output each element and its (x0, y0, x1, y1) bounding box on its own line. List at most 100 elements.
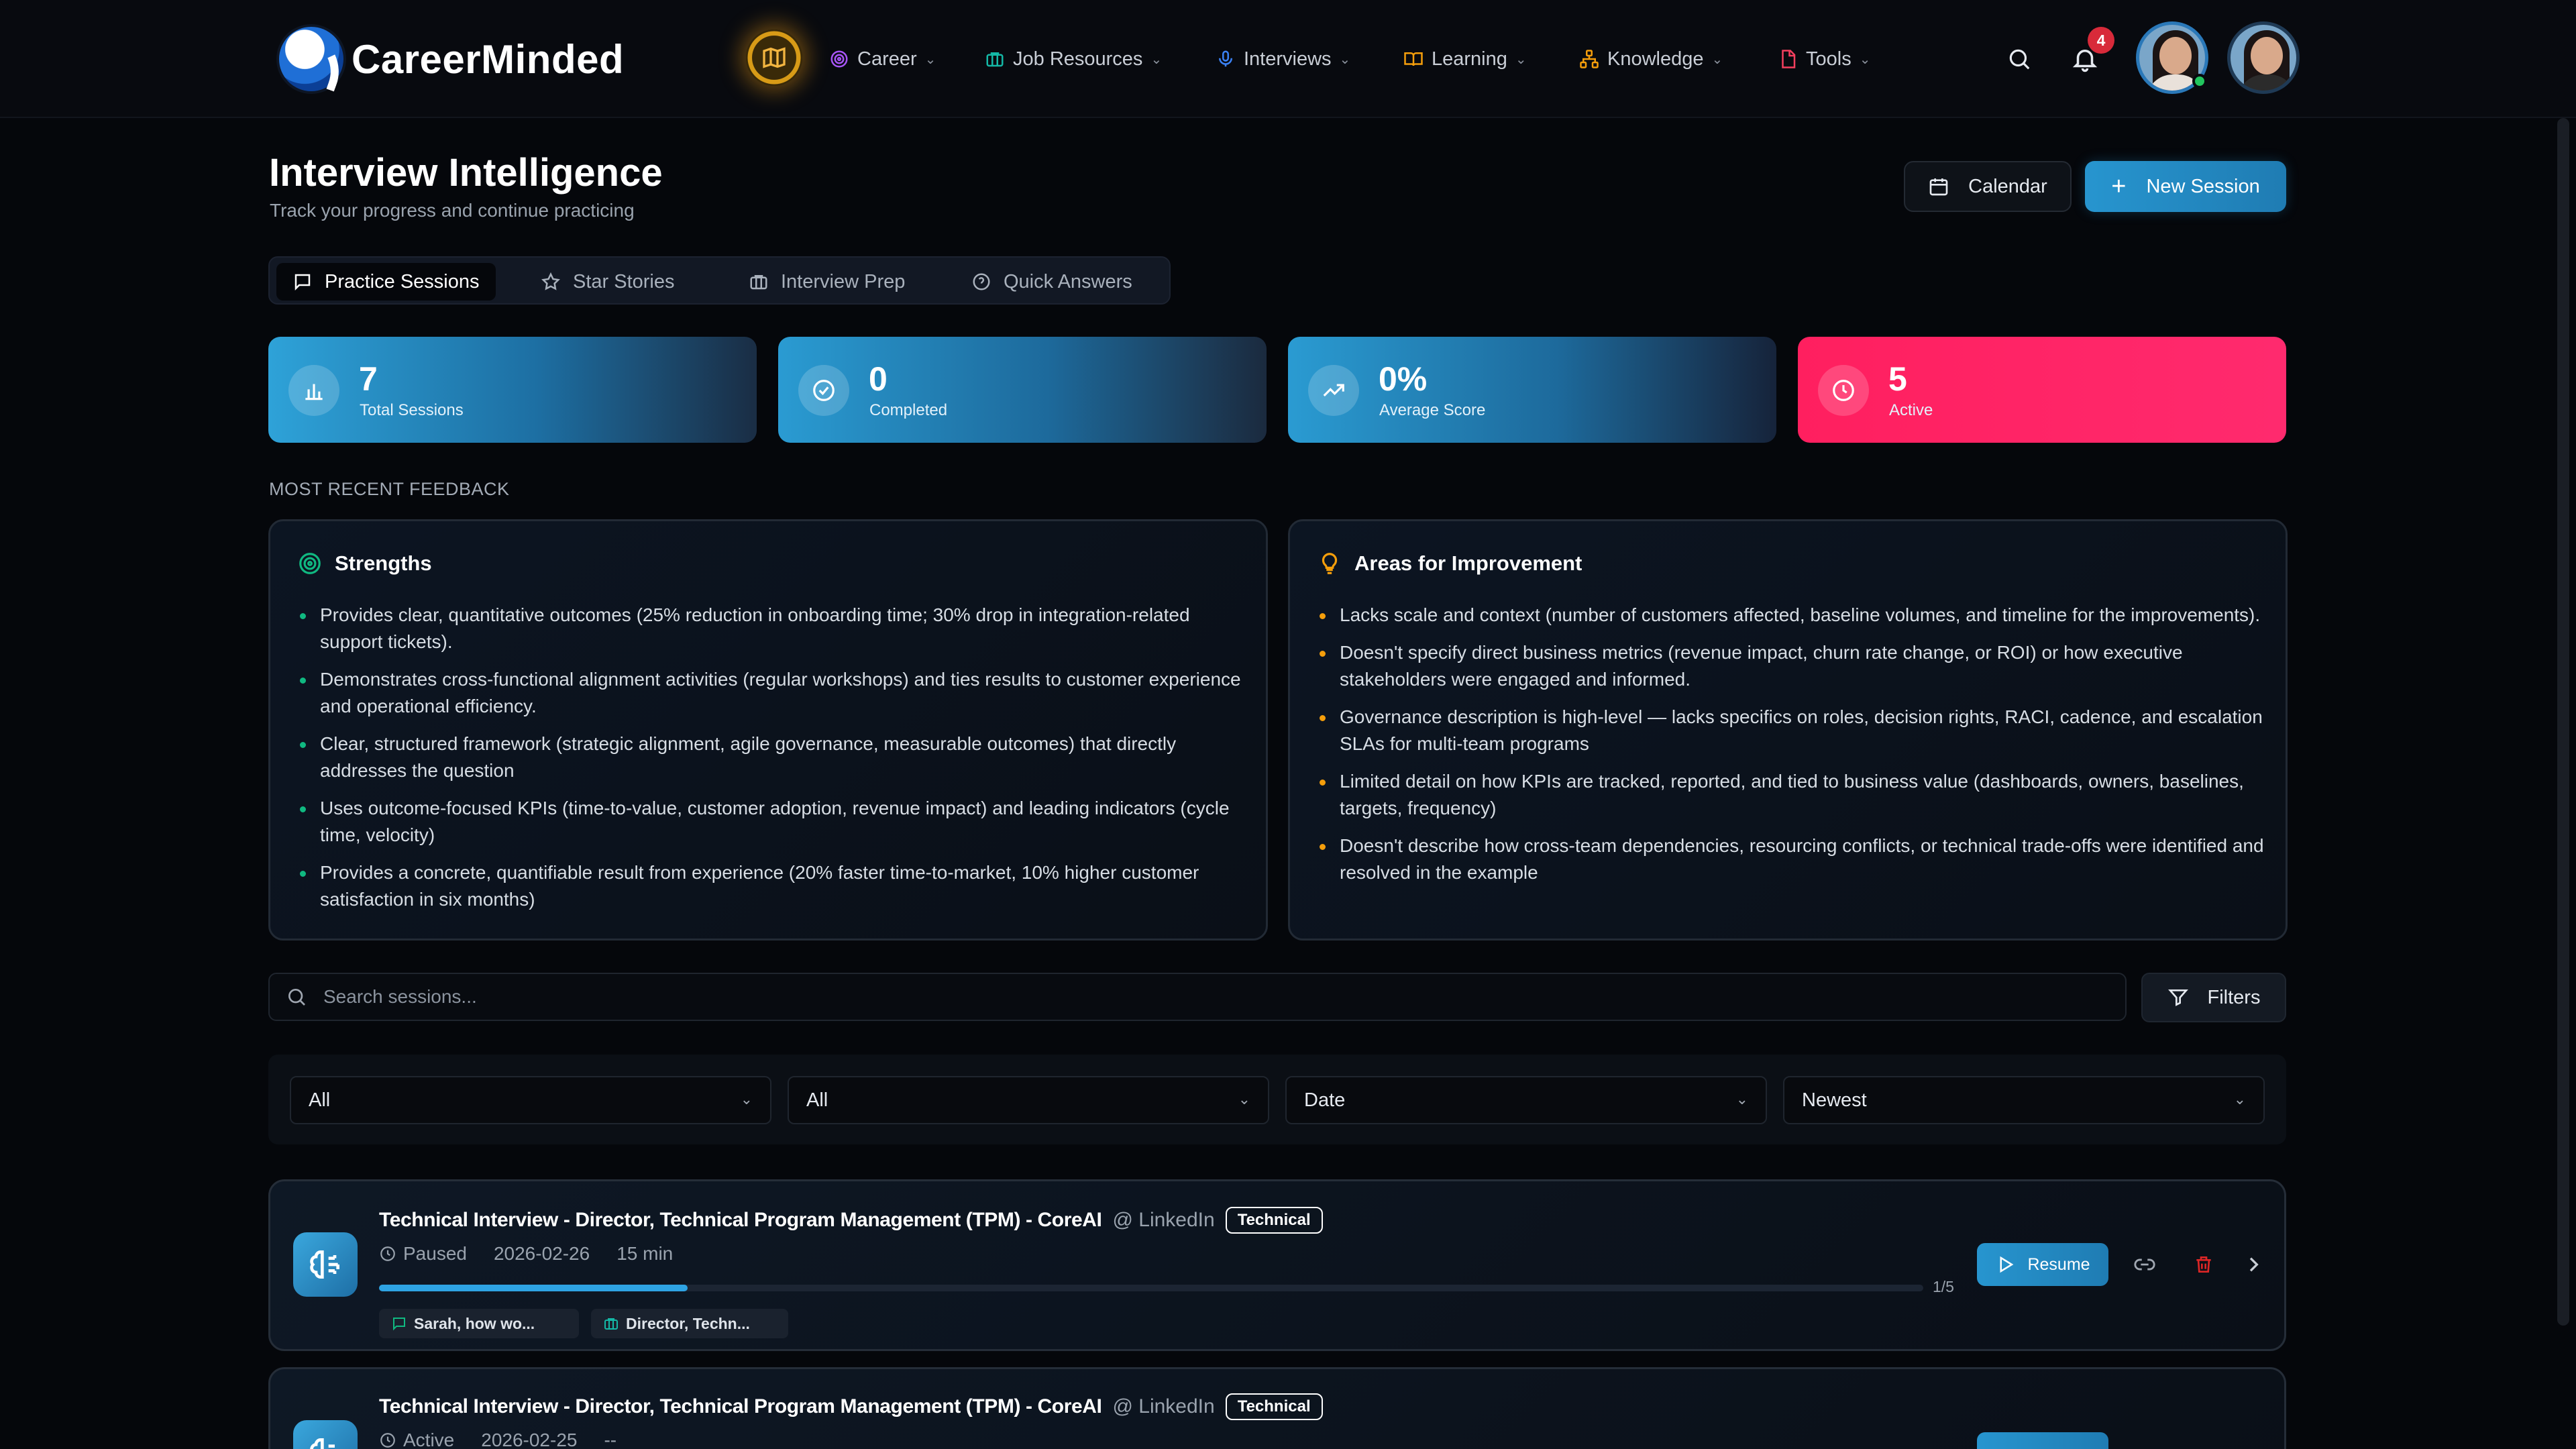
session-date: 2026-02-26 (493, 1243, 590, 1264)
delete-button[interactable] (2188, 1248, 2220, 1281)
lightbulb-icon (1322, 553, 1338, 574)
brand-name: CareerMinded (352, 36, 625, 82)
target-icon (299, 553, 321, 574)
stat-label: Total Sessions (360, 401, 464, 419)
nav-tools-label: Tools (1806, 48, 1851, 70)
play-icon (2000, 1256, 2014, 1273)
nav-tools[interactable]: Tools ⌄ (1778, 42, 1870, 76)
search-button[interactable] (2002, 42, 2037, 76)
scrollbar-thumb[interactable] (2557, 118, 2569, 1326)
tab-interview-prep[interactable]: Interview Prep (749, 263, 905, 301)
document-icon (1782, 50, 1796, 68)
help-circle-icon (973, 273, 990, 290)
book-open-icon (1404, 52, 1423, 66)
stat-card-active: 5 Active (1798, 337, 2286, 443)
nav-job-resources-label: Job Resources (1013, 48, 1143, 70)
session-progress-fill (379, 1285, 688, 1291)
improvements-header: Areas for Improvement (1317, 551, 1582, 576)
message-square-icon (393, 1318, 405, 1331)
nav-career[interactable]: Career ⌄ (829, 42, 936, 76)
chip-label: Director, Techn... (626, 1314, 750, 1332)
nav-knowledge-label: Knowledge (1607, 48, 1704, 70)
trash-icon (2196, 1256, 2211, 1273)
session-title[interactable]: Technical Interview - Director, Technica… (379, 1395, 1102, 1418)
tab-star-stories[interactable]: Star Stories (541, 263, 675, 301)
chevron-right-icon (2249, 1257, 2259, 1272)
session-type-badge: Technical (1225, 1393, 1323, 1420)
session-duration: -- (604, 1430, 617, 1449)
filter-select-status[interactable]: All ⌄ (788, 1076, 1269, 1124)
stat-card-average-score: 0% Average Score (1288, 337, 1776, 443)
filter-select-sort-order[interactable]: Newest ⌄ (1783, 1076, 2265, 1124)
chevron-down-icon: ⌄ (1238, 1091, 1250, 1108)
strengths-header: Strengths (297, 551, 432, 576)
chevron-down-icon: ⌄ (1339, 52, 1351, 67)
roadmap-map-button[interactable] (746, 30, 802, 86)
target-icon (830, 50, 848, 68)
session-chip-role[interactable]: Director, Techn... (591, 1309, 788, 1338)
list-item: Uses outcome-focused KPIs (time-to-value… (300, 795, 1246, 849)
session-type-badge: Technical (1225, 1207, 1323, 1234)
brain-icon (293, 1232, 358, 1297)
filters-button[interactable]: Filters (2141, 973, 2286, 1022)
session-title[interactable]: Technical Interview - Director, Technica… (379, 1209, 1102, 1232)
tab-quick-answers[interactable]: Quick Answers (971, 263, 1132, 301)
list-item: Clear, structured framework (strategic a… (300, 731, 1246, 784)
top-navigation: CareerMinded Career ⌄ Job Resources ⌄ In… (0, 0, 2576, 118)
session-title-row: Technical Interview - Director, Technica… (379, 1207, 1323, 1234)
session-card[interactable]: Technical Interview - Director, Technica… (268, 1179, 2286, 1351)
select-value: Date (1304, 1089, 1346, 1111)
page-scrollbar[interactable] (2557, 118, 2569, 1449)
profile-avatar[interactable] (2227, 21, 2300, 94)
stat-card-total-sessions: 7 Total Sessions (268, 337, 757, 443)
logo-mark-icon (279, 27, 343, 91)
nav-job-resources[interactable]: Job Resources ⌄ (985, 42, 1162, 76)
stat-value: 7 (359, 360, 378, 398)
resume-label: Resume (2027, 1254, 2090, 1274)
clock-icon (380, 1246, 395, 1261)
improvements-list: Lacks scale and context (number of custo… (1320, 602, 2265, 897)
session-progress-text: 1/5 (1933, 1278, 1954, 1295)
brand-logo[interactable]: CareerMinded (279, 24, 624, 94)
briefcase-icon (986, 52, 1004, 67)
session-status-label: Active (403, 1430, 455, 1449)
chevron-down-icon: ⌄ (2233, 1091, 2246, 1108)
copy-link-button[interactable] (2129, 1248, 2161, 1281)
nav-interviews-label: Interviews (1244, 48, 1332, 70)
link-icon (2134, 1258, 2155, 1271)
star-icon (541, 272, 560, 290)
map-icon (763, 47, 786, 68)
expand-session-button[interactable] (2237, 1248, 2269, 1281)
session-chip-question[interactable]: Sarah, how wo... (379, 1309, 579, 1338)
clock-icon (380, 1433, 395, 1448)
filter-select-type[interactable]: All ⌄ (290, 1076, 771, 1124)
session-meta: Paused 2026-02-26 15 min (379, 1243, 700, 1265)
microphone-icon (1219, 50, 1232, 67)
session-date: 2026-02-25 (481, 1430, 578, 1449)
nav-interviews[interactable]: Interviews ⌄ (1216, 42, 1350, 76)
stat-label: Active (1889, 401, 1933, 419)
tab-quick-answers-label: Quick Answers (1004, 270, 1132, 292)
calendar-button[interactable]: Calendar (1904, 161, 2072, 212)
list-item: Provides clear, quantitative outcomes (2… (300, 602, 1246, 655)
select-value: Newest (1802, 1089, 1867, 1111)
resume-button[interactable] (1977, 1432, 2108, 1449)
session-status: Active (379, 1430, 454, 1449)
search-input[interactable] (323, 974, 2108, 1020)
chevron-down-icon: ⌄ (924, 52, 936, 67)
filters-label: Filters (2207, 986, 2261, 1008)
chevron-down-icon: ⌄ (740, 1091, 753, 1108)
resume-button[interactable]: Resume (1977, 1243, 2108, 1286)
list-item: Demonstrates cross-functional alignment … (300, 666, 1246, 720)
tab-practice-sessions[interactable]: Practice Sessions (276, 263, 496, 301)
tab-interview-prep-label: Interview Prep (781, 270, 906, 292)
nav-learning[interactable]: Learning ⌄ (1403, 42, 1527, 76)
nav-knowledge[interactable]: Knowledge ⌄ (1579, 42, 1723, 76)
filter-select-sort-field[interactable]: Date ⌄ (1285, 1076, 1767, 1124)
calendar-icon (1929, 178, 1948, 196)
session-status: Paused (379, 1243, 467, 1265)
session-card[interactable]: Technical Interview - Director, Technica… (268, 1367, 2286, 1449)
feedback-section-label: MOST RECENT FEEDBACK (269, 479, 510, 499)
list-item: Lacks scale and context (number of custo… (1320, 602, 2265, 629)
new-session-button[interactable]: + New Session (2085, 161, 2286, 212)
